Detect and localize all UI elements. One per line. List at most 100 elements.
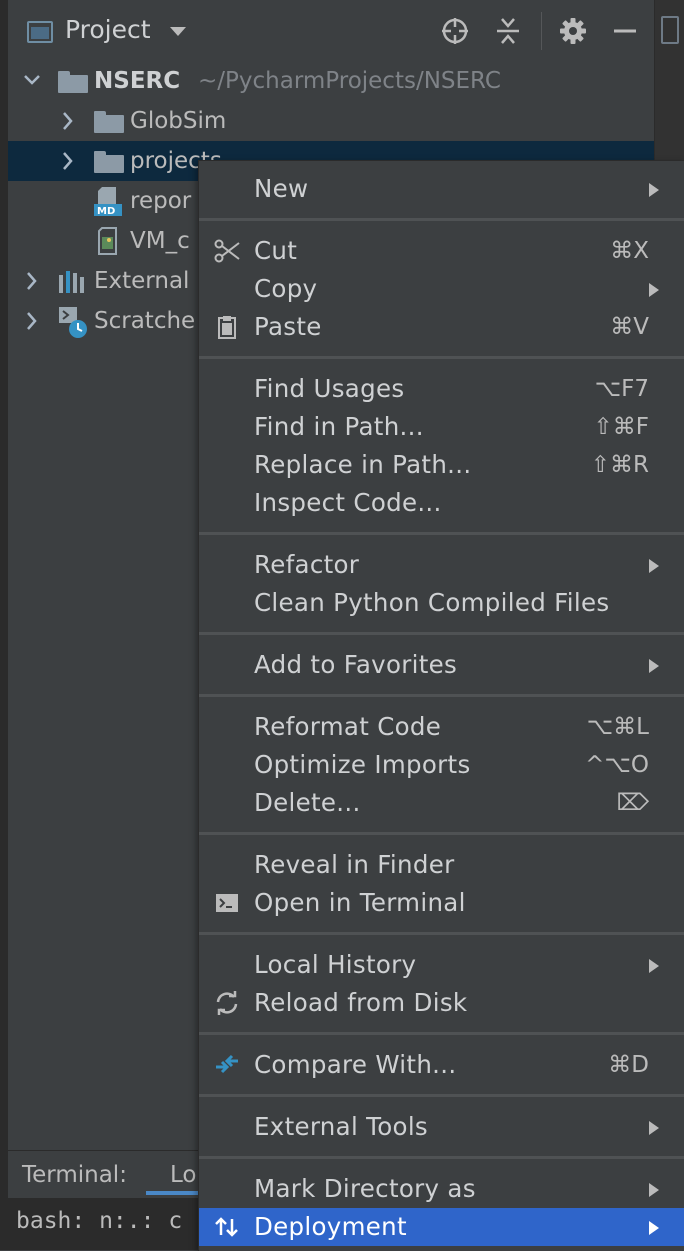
submenu-arrow-icon — [649, 183, 659, 197]
folder-icon — [94, 151, 124, 173]
structure-tab-icon[interactable] — [661, 16, 679, 44]
menu-item-refactor[interactable]: Refactor — [199, 546, 684, 584]
menu-item-label: Cut — [254, 236, 298, 265]
menu-separator — [199, 1032, 684, 1035]
submenu-arrow-icon — [649, 1183, 659, 1197]
submenu-arrow-icon — [649, 659, 659, 673]
menu-item-label: Deployment — [254, 1212, 407, 1241]
tree-item-label: External — [94, 268, 190, 294]
chevron-down-icon[interactable] — [170, 27, 186, 36]
left-edge — [0, 0, 8, 1250]
menu-item-compare-with[interactable]: Compare With... ⌘D — [199, 1046, 684, 1084]
menu-item-label: Clean Python Compiled Files — [254, 588, 610, 617]
menu-item-shortcut: ⇧⌘R — [590, 452, 649, 478]
menu-separator — [199, 1156, 684, 1159]
menu-item-label: Local History — [254, 950, 417, 979]
collapse-all-icon[interactable] — [491, 14, 525, 48]
menu-item-add-to-favorites[interactable]: Add to Favorites — [199, 646, 684, 684]
menu-item-label: Inspect Code... — [254, 488, 442, 517]
menu-item-optimize-imports[interactable]: Optimize Imports ^⌥O — [199, 746, 684, 784]
folder-icon — [94, 111, 124, 133]
compare-icon — [214, 1053, 240, 1077]
panel-title[interactable]: Project — [65, 14, 151, 46]
menu-separator — [199, 694, 684, 697]
tree-root-name: NSERC — [94, 68, 181, 94]
menu-item-paste[interactable]: Paste ⌘V — [199, 308, 684, 346]
menu-item-label: Paste — [254, 312, 322, 341]
minimize-icon[interactable] — [608, 14, 642, 48]
menu-item-open-in-terminal[interactable]: Open in Terminal — [199, 884, 684, 922]
menu-item-label: Reveal in Finder — [254, 850, 455, 879]
menu-separator — [199, 932, 684, 935]
menu-item-find-in-path[interactable]: Find in Path... ⇧⌘F — [199, 408, 684, 446]
menu-item-shortcut: ⇧⌘F — [593, 414, 649, 440]
menu-item-copy[interactable]: Copy — [199, 270, 684, 308]
menu-item-label: Reload from Disk — [254, 988, 468, 1017]
menu-separator — [199, 356, 684, 359]
tree-root-nserc[interactable]: NSERC ~/PycharmProjects/NSERC — [8, 61, 654, 101]
menu-item-external-tools[interactable]: External Tools — [199, 1108, 684, 1146]
gear-icon[interactable] — [556, 14, 590, 48]
tree-item-globsim[interactable]: GlobSim — [8, 101, 654, 141]
menu-item-clean-python-compiled[interactable]: Clean Python Compiled Files — [199, 584, 684, 622]
scratches-icon — [58, 305, 87, 338]
menu-item-label: New — [254, 174, 309, 203]
submenu-arrow-icon — [649, 1221, 659, 1235]
menu-item-shortcut: ⌘X — [610, 238, 649, 264]
menu-item-inspect-code[interactable]: Inspect Code... — [199, 484, 684, 522]
menu-item-mark-directory-as[interactable]: Mark Directory as — [199, 1170, 684, 1208]
menu-item-delete[interactable]: Delete... ⌦ — [199, 784, 684, 822]
reload-icon — [214, 991, 240, 1015]
menu-item-label: Add to Favorites — [254, 650, 458, 679]
menu-item-label: Reformat Code — [254, 712, 442, 741]
menu-item-label: Mark Directory as — [254, 1174, 476, 1203]
menu-item-new[interactable]: New — [199, 170, 684, 208]
menu-item-label: Copy — [254, 274, 318, 303]
menu-item-deployment[interactable]: Deployment — [199, 1208, 684, 1246]
terminal-label: Terminal: — [22, 1162, 127, 1188]
menu-item-label: Find Usages — [254, 374, 405, 403]
terminal-icon — [214, 891, 240, 915]
menu-item-label: Delete... — [254, 788, 361, 817]
project-panel-header: Project — [8, 0, 654, 60]
submenu-arrow-icon — [649, 959, 659, 973]
menu-item-shortcut: ⌥F7 — [594, 376, 649, 402]
menu-item-local-history[interactable]: Local History — [199, 946, 684, 984]
chevron-right-icon[interactable] — [22, 301, 42, 354]
menu-item-shortcut: ⌥⌘L — [586, 714, 649, 740]
tree-item-label: repor — [130, 188, 192, 214]
menu-item-label: Compare With... — [254, 1050, 457, 1079]
menu-item-find-usages[interactable]: Find Usages ⌥F7 — [199, 370, 684, 408]
menu-item-reveal-in-finder[interactable]: Reveal in Finder — [199, 846, 684, 884]
terminal-line: bash: n:.: c — [16, 1208, 183, 1234]
menu-item-label: Replace in Path... — [254, 450, 472, 479]
deployment-icon — [214, 1215, 240, 1239]
locate-icon[interactable] — [438, 14, 472, 48]
menu-item-label: Find in Path... — [254, 412, 424, 441]
menu-item-shortcut: ⌘V — [610, 314, 649, 340]
menu-item-label: External Tools — [254, 1112, 428, 1141]
menu-separator — [199, 632, 684, 635]
project-view-icon — [27, 21, 53, 43]
image-file-icon — [94, 225, 122, 257]
markdown-file-icon: MD — [94, 185, 122, 217]
context-menu: New Cut ⌘X Copy Paste ⌘V Find Usages ⌥F7… — [198, 160, 684, 1251]
tree-root-path: ~/PycharmProjects/NSERC — [198, 68, 501, 94]
tree-item-label: VM_c — [130, 228, 190, 254]
menu-item-cut[interactable]: Cut ⌘X — [199, 232, 684, 270]
svg-text:MD: MD — [97, 206, 115, 217]
menu-item-label: Open in Terminal — [254, 888, 466, 917]
clipboard-icon — [214, 315, 240, 339]
menu-separator — [199, 532, 684, 535]
folder-icon — [58, 71, 88, 93]
delete-key-icon: ⌦ — [616, 790, 649, 816]
menu-item-label: Optimize Imports — [254, 750, 471, 779]
menu-item-reload-from-disk[interactable]: Reload from Disk — [199, 984, 684, 1022]
submenu-arrow-icon — [649, 559, 659, 573]
menu-item-replace-in-path[interactable]: Replace in Path... ⇧⌘R — [199, 446, 684, 484]
menu-item-label: Refactor — [254, 550, 360, 579]
menu-separator — [199, 832, 684, 835]
submenu-arrow-icon — [649, 283, 659, 297]
menu-item-reformat-code[interactable]: Reformat Code ⌥⌘L — [199, 708, 684, 746]
header-divider — [541, 12, 542, 50]
